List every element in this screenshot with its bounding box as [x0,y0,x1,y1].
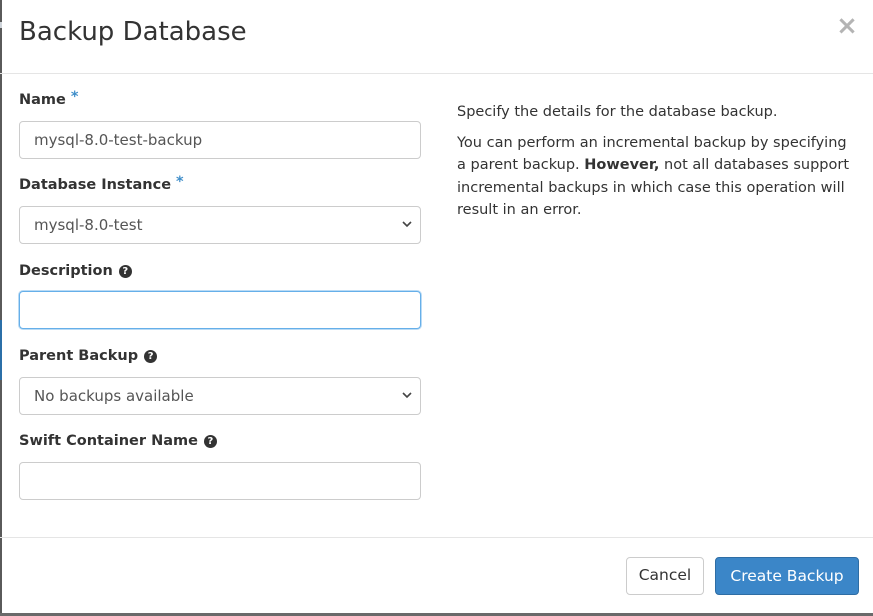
database-instance-label-text: Database Instance [19,177,172,193]
help-paragraph-2: You can perform an incremental backup by… [457,132,855,222]
name-label-text: Name [19,92,66,108]
name-input[interactable]: mysql-8.0-test-backup [19,121,421,159]
help-panel: Specify the details for the database bac… [457,101,855,230]
edge-highlight [0,320,2,380]
database-instance-selected: mysql-8.0-test [34,216,143,234]
cancel-button[interactable]: Cancel [626,557,704,595]
parent-backup-label-text: Parent Backup [19,348,139,364]
chevron-down-icon [402,392,412,399]
modal-title: Backup Database [19,17,247,47]
create-backup-button[interactable]: Create Backup [715,557,859,595]
description-input[interactable] [19,291,421,329]
name-label: Name * [19,89,421,111]
modal-footer: Cancel Create Backup [0,537,873,614]
help-icon[interactable]: ? [118,264,132,278]
swift-container-label: Swift Container Name ? [19,430,421,452]
database-instance-label: Database Instance * [19,174,421,196]
swift-container-input[interactable] [19,462,421,500]
close-icon[interactable]: × [835,12,859,40]
help-paragraph-1: Specify the details for the database bac… [457,104,778,120]
parent-backup-group: Parent Backup ? No backups available [19,345,421,415]
swift-container-group: Swift Container Name ? [19,430,421,500]
parent-backup-label: Parent Backup ? [19,345,421,367]
required-icon: * [70,89,79,105]
description-label: Description ? [19,260,421,282]
chevron-down-icon [402,221,412,228]
help-icon[interactable]: ? [144,349,158,363]
database-instance-group: Database Instance * mysql-8.0-test [19,174,421,244]
help-text-bold: However, [584,157,660,173]
swift-container-label-text: Swift Container Name [19,433,198,449]
parent-backup-select[interactable]: No backups available [19,377,421,415]
description-group: Description ? [19,260,421,329]
description-label-text: Description [19,263,113,279]
name-group: Name * mysql-8.0-test-backup [19,89,421,159]
database-instance-select[interactable]: mysql-8.0-test [19,206,421,244]
parent-backup-selected: No backups available [34,387,194,405]
help-icon[interactable]: ? [203,434,217,448]
window-left-edge [0,0,2,616]
required-icon: * [176,174,184,190]
modal-header: Backup Database × [0,0,873,74]
